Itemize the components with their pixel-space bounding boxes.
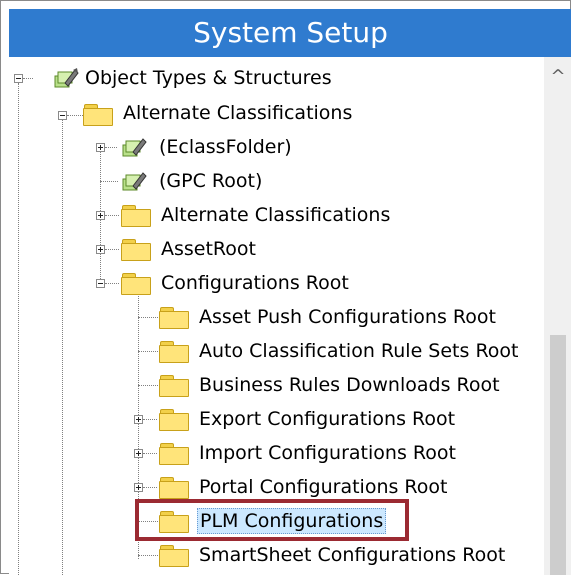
tree-node-label[interactable]: AssetRoot <box>161 237 256 261</box>
folder-icon <box>121 238 151 261</box>
collapse-toggle[interactable] <box>58 111 67 120</box>
folder-icon <box>159 340 189 363</box>
tree-connector <box>100 181 118 182</box>
folder-icon <box>159 476 189 499</box>
tree-connector <box>105 249 119 250</box>
tree-guide-line <box>18 83 19 575</box>
folder-icon <box>159 374 189 397</box>
object-type-icon <box>122 172 147 191</box>
object-type-icon <box>122 138 147 157</box>
system-setup-panel: System Setup Object Types & Structures A… <box>0 0 571 575</box>
tree-node-label[interactable]: Auto Classification Rule Sets Root <box>199 339 519 363</box>
tree-node-label[interactable]: Alternate Classifications <box>123 101 352 125</box>
collapse-toggle[interactable] <box>96 279 105 288</box>
tree-connector <box>67 115 83 116</box>
tree-connector <box>138 317 158 318</box>
tree-connector <box>143 453 157 454</box>
tree-node-label[interactable]: Asset Push Configurations Root <box>199 305 496 329</box>
tree-node-label[interactable]: Alternate Classifications <box>161 203 390 227</box>
tree-connector <box>143 419 157 420</box>
tree-connector <box>138 351 158 352</box>
tree-node-label[interactable]: Business Rules Downloads Root <box>199 373 500 397</box>
expand-toggle[interactable] <box>96 143 105 152</box>
expand-toggle[interactable] <box>134 483 143 492</box>
tree-connector <box>143 487 157 488</box>
expand-toggle[interactable] <box>134 415 143 424</box>
folder-icon <box>121 272 151 295</box>
tree-node-label[interactable]: Configurations Root <box>161 271 349 295</box>
tree-connector <box>23 78 33 79</box>
expand-toggle[interactable] <box>96 211 105 220</box>
tree-view[interactable]: Object Types & Structures Alternate Clas… <box>9 57 544 575</box>
folder-icon <box>159 408 189 431</box>
collapse-toggle[interactable] <box>14 74 23 83</box>
tree-node-label[interactable]: Export Configurations Root <box>199 407 455 431</box>
tree-connector <box>105 215 119 216</box>
folder-icon <box>121 204 151 227</box>
tree-node-label[interactable]: Import Configurations Root <box>199 441 456 465</box>
tree-node-label[interactable]: Portal Configurations Root <box>199 475 447 499</box>
tree-guide-line <box>62 115 63 575</box>
tree-connector <box>138 385 158 386</box>
scroll-thumb[interactable] <box>550 335 566 575</box>
folder-icon <box>159 442 189 465</box>
vertical-scrollbar[interactable]: ^ <box>544 57 571 575</box>
tree-node-label[interactable]: (EclassFolder) <box>159 135 292 159</box>
tree-node-label[interactable]: SmartSheet Configurations Root <box>199 543 505 567</box>
tree-connector <box>105 147 117 148</box>
expand-toggle[interactable] <box>134 449 143 458</box>
folder-icon <box>159 544 189 567</box>
tree-node-label[interactable]: Object Types & Structures <box>85 66 332 90</box>
tree-node-label[interactable]: (GPC Root) <box>159 169 262 193</box>
panel-title: System Setup <box>9 9 571 57</box>
annotation-highlight-box <box>135 499 409 541</box>
tree-connector <box>105 283 119 284</box>
folder-icon <box>159 306 189 329</box>
scroll-up-icon[interactable]: ^ <box>544 67 571 87</box>
tree-connector <box>138 555 158 556</box>
expand-toggle[interactable] <box>96 245 105 254</box>
folder-icon <box>83 103 113 126</box>
object-type-icon <box>54 68 79 88</box>
